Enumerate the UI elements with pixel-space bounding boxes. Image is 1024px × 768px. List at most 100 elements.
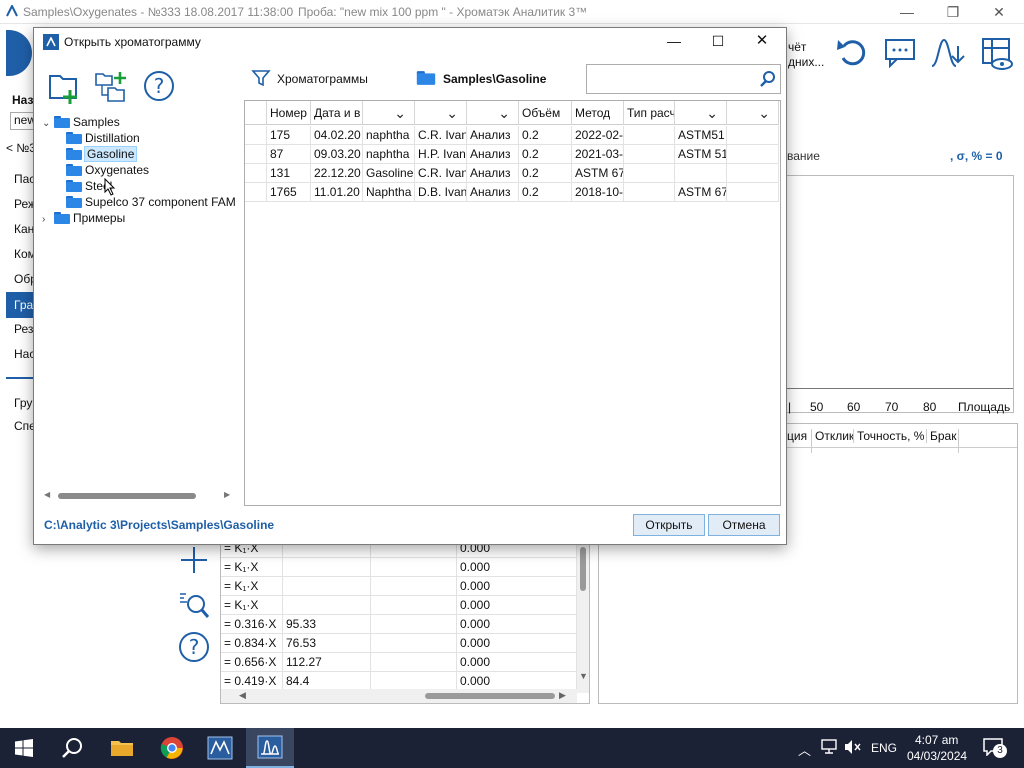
- tray-chevron-icon[interactable]: ︿: [798, 740, 811, 759]
- table-row[interactable]: = 0.656·X 112.27 0.000: [221, 653, 577, 672]
- minimize-button[interactable]: —: [884, 0, 930, 24]
- nav-item-active[interactable]: Гра: [6, 292, 36, 318]
- add-subfolder-icon[interactable]: [94, 70, 128, 107]
- start-button[interactable]: [0, 728, 48, 768]
- column-header[interactable]: Отклик: [811, 429, 854, 453]
- table-row[interactable]: = K₁·X 0.000: [221, 558, 577, 577]
- column-header[interactable]: Брак: [926, 429, 956, 443]
- scroll-thumb[interactable]: [58, 493, 196, 499]
- column-header[interactable]: Тип расч: [624, 101, 675, 125]
- scroll-thumb[interactable]: [580, 547, 586, 591]
- chevron-down-icon[interactable]: ⌄: [394, 101, 406, 124]
- help-icon[interactable]: ?: [178, 631, 210, 666]
- scroll-down-icon[interactable]: ▼: [579, 671, 588, 681]
- column-header[interactable]: ⌄: [727, 101, 779, 125]
- report-label[interactable]: чёт: [788, 40, 806, 54]
- column-header[interactable]: Объём: [519, 101, 572, 125]
- scroll-left-icon[interactable]: ◀: [44, 490, 50, 499]
- chromatogram-table[interactable]: Номер Дата и в ⌄ ⌄ ⌄ Объём Метод Тип расч ⌄ ⌄ 175…: [244, 100, 781, 506]
- nav-item[interactable]: Рез: [14, 322, 33, 336]
- restore-button[interactable]: ❐: [930, 0, 976, 24]
- nav-item[interactable]: Гру: [14, 396, 32, 410]
- new-folder-icon[interactable]: [48, 70, 80, 107]
- network-icon[interactable]: [820, 739, 838, 758]
- table-row[interactable]: 1765 11.01.20 Naphtha D.B. Ivan Анализ 0.2 201…: [245, 183, 780, 202]
- column-header[interactable]: ⌄: [363, 101, 415, 125]
- filter-icon[interactable]: [251, 68, 271, 91]
- column-header[interactable]: Дата и в: [311, 101, 363, 125]
- column-header[interactable]: ⌄: [675, 101, 727, 125]
- table-row[interactable]: = 0.316·X 95.33 0.000: [221, 615, 577, 634]
- clock-date[interactable]: 04/03/2024: [907, 749, 967, 763]
- chrome-icon[interactable]: [148, 728, 196, 768]
- calibration-table[interactable]: = K₁·X 0.000 = K₁·X 0.000 = K₁·X 0.000 = K₁·X 0…: [220, 542, 590, 704]
- chevron-right-icon[interactable]: ›: [42, 212, 54, 228]
- chevron-down-icon[interactable]: ⌄: [706, 101, 718, 124]
- scroll-left-icon[interactable]: ◀: [239, 690, 246, 701]
- column-header[interactable]: ⌄: [467, 101, 519, 125]
- clock-time[interactable]: 4:07 am: [915, 733, 958, 747]
- scroll-thumb[interactable]: [425, 693, 555, 699]
- peak-icon[interactable]: [930, 36, 968, 73]
- horizontal-scrollbar[interactable]: ◀ ▶: [221, 689, 577, 703]
- scroll-right-icon[interactable]: ▶: [224, 490, 230, 499]
- column-header[interactable]: Номер: [267, 101, 311, 125]
- row-selector[interactable]: [245, 145, 267, 164]
- column-header[interactable]: Точность, %: [853, 429, 924, 443]
- tree-item[interactable]: Distillation: [66, 130, 140, 146]
- chevron-down-icon[interactable]: ⌄: [42, 116, 54, 132]
- folder-tree[interactable]: ⌄ Samples Distillation Gasoline Oxygenates St…: [42, 114, 238, 504]
- column-header[interactable]: Метод: [572, 101, 624, 125]
- table-row[interactable]: = K₁·X 0.000: [221, 577, 577, 596]
- chevron-down-icon[interactable]: ⌄: [446, 101, 458, 124]
- chevron-down-icon[interactable]: ⌄: [758, 101, 770, 124]
- search-field[interactable]: [586, 64, 781, 94]
- table-row[interactable]: 175 04.02.20 naphtha C.R. Ivan Анализ 0.2 2022…: [245, 126, 780, 145]
- table-row[interactable]: = 0.834·X 76.53 0.000: [221, 634, 577, 653]
- chromatogram-plot[interactable]: [787, 175, 1014, 413]
- row-selector[interactable]: [245, 183, 267, 202]
- tree-item[interactable]: ⌄ Samples: [42, 114, 120, 130]
- dialog-close-button[interactable]: ✕: [744, 30, 780, 54]
- close-button[interactable]: ✕: [976, 0, 1022, 24]
- search-input[interactable]: [591, 66, 751, 92]
- row-selector[interactable]: [245, 164, 267, 183]
- vertical-scrollbar[interactable]: ▼: [577, 543, 589, 693]
- nav-item[interactable]: Кан: [14, 222, 34, 236]
- help-icon[interactable]: ?: [143, 70, 175, 105]
- undo-icon[interactable]: [834, 34, 870, 73]
- tree-item[interactable]: Gasoline: [66, 146, 138, 162]
- view-settings-icon[interactable]: [980, 36, 1016, 75]
- file-explorer-icon[interactable]: [98, 728, 146, 768]
- tree-item[interactable]: › Примеры: [42, 210, 125, 226]
- chevron-down-icon[interactable]: ⌄: [498, 101, 510, 124]
- cancel-button[interactable]: Отмена: [708, 514, 780, 536]
- name-field[interactable]: new: [10, 112, 36, 130]
- chromatek-panel-icon[interactable]: [196, 728, 244, 768]
- nav-back[interactable]: < №3: [6, 141, 36, 155]
- table-row[interactable]: 87 09.03.20 naphtha H.P. Ivan Анализ 0.2 2021-…: [245, 145, 780, 164]
- row-selector[interactable]: [245, 126, 267, 145]
- table-row[interactable]: 131 22.12.20 Gasoline C.R. Ivan Анализ 0.2 AST…: [245, 164, 780, 183]
- column-header[interactable]: [245, 101, 267, 125]
- tree-item[interactable]: Supelco 37 component FAM: [66, 194, 236, 210]
- tree-horizontal-scrollbar[interactable]: ◀ ▶: [42, 488, 238, 504]
- search-icon[interactable]: [759, 70, 777, 91]
- column-header[interactable]: ⌄: [415, 101, 467, 125]
- tree-item[interactable]: Oxygenates: [66, 162, 149, 178]
- search-icon[interactable]: [48, 728, 96, 768]
- add-icon[interactable]: [178, 544, 210, 579]
- filter-label[interactable]: Хроматограммы: [277, 72, 368, 86]
- table-row[interactable]: = K₁·X 0.000: [221, 596, 577, 615]
- dialog-maximize-button[interactable]: ☐: [700, 30, 736, 54]
- volume-muted-icon[interactable]: [844, 739, 862, 758]
- column-header[interactable]: ция: [787, 429, 807, 443]
- scroll-right-icon[interactable]: ▶: [559, 690, 566, 701]
- report-label-2[interactable]: дних...: [788, 55, 824, 69]
- analytic-app-icon[interactable]: [246, 728, 294, 768]
- comment-icon[interactable]: [884, 38, 918, 71]
- zoom-fit-icon[interactable]: [178, 590, 210, 623]
- language-indicator[interactable]: ENG: [871, 741, 897, 755]
- open-button[interactable]: Открыть: [633, 514, 705, 536]
- dialog-minimize-button[interactable]: —: [656, 30, 692, 54]
